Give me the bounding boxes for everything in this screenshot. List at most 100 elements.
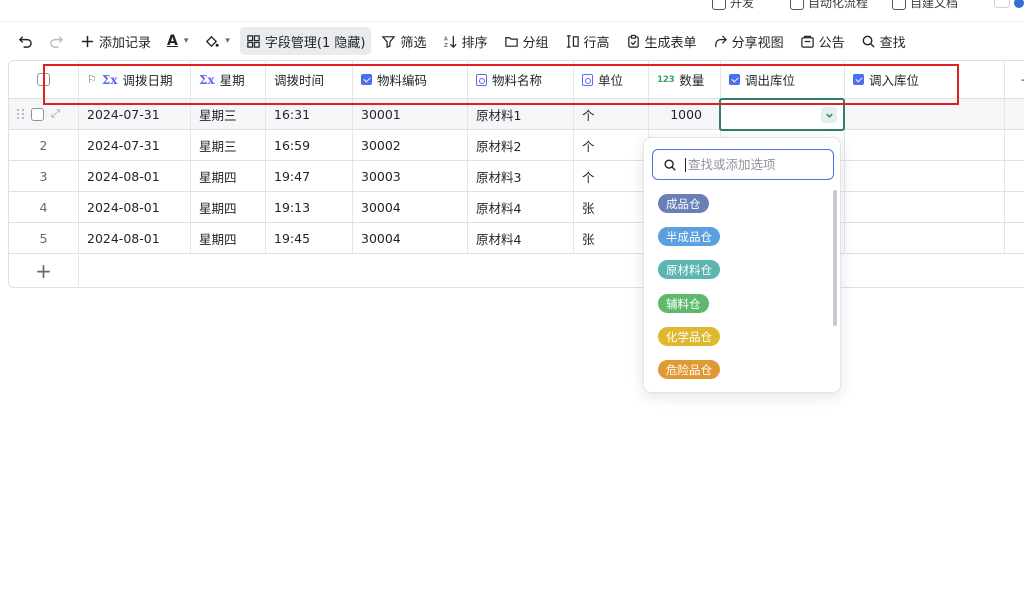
- generate-form-button[interactable]: 生成表单: [620, 27, 703, 55]
- cell-date[interactable]: 2024-07-31: [79, 99, 191, 129]
- filter-icon: [382, 35, 396, 48]
- select-all-checkbox[interactable]: [37, 73, 50, 86]
- cell-date[interactable]: 2024-07-31: [79, 130, 191, 160]
- cell-time[interactable]: 16:31: [266, 99, 353, 129]
- sort-button[interactable]: AZ 排序: [437, 27, 494, 55]
- cell-code[interactable]: 30003: [353, 161, 468, 191]
- find-button[interactable]: 查找: [855, 27, 912, 55]
- undo-button[interactable]: [12, 27, 39, 55]
- option-tag[interactable]: 化学品仓: [658, 327, 720, 346]
- row-index-cell[interactable]: 3: [9, 161, 79, 191]
- cell-date[interactable]: 2024-08-01: [79, 192, 191, 222]
- column-header-weekday[interactable]: Σx 星期: [191, 61, 266, 98]
- cell-date[interactable]: 2024-08-01: [79, 223, 191, 253]
- cell-time[interactable]: 19:45: [266, 223, 353, 253]
- column-header-in-location[interactable]: 调入库位: [845, 61, 1005, 98]
- cell-name[interactable]: 原材料4: [468, 192, 574, 222]
- cell-time[interactable]: 19:47: [266, 161, 353, 191]
- row-index-cell[interactable]: 2: [9, 130, 79, 160]
- cell-name[interactable]: 原材料3: [468, 161, 574, 191]
- cell-code[interactable]: 30004: [353, 192, 468, 222]
- option-tag[interactable]: 原材料仓: [658, 260, 720, 279]
- select-all-cell[interactable]: [9, 61, 79, 98]
- table-row[interactable]: ⤢ 2024-07-31 星期三 16:31 30001 原材料1 个 1000: [9, 99, 1024, 130]
- cell-in-location[interactable]: [845, 192, 1005, 222]
- window-icon[interactable]: [994, 0, 1010, 8]
- cell-quantity[interactable]: 1000: [649, 99, 721, 129]
- share-view-button[interactable]: 分享视图: [707, 27, 790, 55]
- row-checkbox[interactable]: [31, 107, 44, 121]
- cell-unit[interactable]: 张: [574, 223, 649, 253]
- table-row[interactable]: 3 2024-08-01 星期四 19:47 30003 原材料3 个: [9, 161, 1024, 192]
- group-button[interactable]: 分组: [498, 27, 555, 55]
- cell-in-location[interactable]: [845, 130, 1005, 160]
- cell-in-location[interactable]: [845, 99, 1005, 129]
- table-row[interactable]: 4 2024-08-01 星期四 19:13 30004 原材料4 张: [9, 192, 1024, 223]
- cell-code[interactable]: 30004: [353, 223, 468, 253]
- single-select-icon: [729, 74, 740, 85]
- option-tag-partial[interactable]: [658, 392, 728, 393]
- cell-weekday[interactable]: 星期四: [191, 223, 266, 253]
- option-tag[interactable]: 成品仓: [658, 194, 709, 213]
- plus-icon: [81, 35, 94, 47]
- filter-button[interactable]: 筛选: [375, 27, 432, 55]
- column-header-material-name[interactable]: 物料名称: [468, 61, 574, 98]
- field-manage-button[interactable]: 字段管理(1 隐藏): [239, 27, 372, 55]
- column-header-quantity[interactable]: 123 数量: [649, 61, 721, 98]
- cell-code[interactable]: 30002: [353, 130, 468, 160]
- notice-icon: [800, 35, 814, 48]
- column-header-transfer-date[interactable]: ⚐ Σx 调拨日期: [79, 61, 191, 98]
- cell-weekday[interactable]: 星期四: [191, 192, 266, 222]
- cell-weekday[interactable]: 星期四: [191, 161, 266, 191]
- top-bar-item-custom-doc[interactable]: 自建文档: [892, 0, 958, 11]
- column-header-transfer-time[interactable]: 调拨时间: [266, 61, 353, 98]
- cell-weekday[interactable]: 星期三: [191, 99, 266, 129]
- column-header-material-code[interactable]: 物料编码: [353, 61, 468, 98]
- cell-in-location[interactable]: [845, 223, 1005, 253]
- text-color-button[interactable]: A ▾: [161, 27, 194, 55]
- notice-button[interactable]: 公告: [794, 27, 851, 55]
- row-index-cell[interactable]: 4: [9, 192, 79, 222]
- cell-date[interactable]: 2024-08-01: [79, 161, 191, 191]
- option-tag[interactable]: 辅料仓: [658, 294, 709, 313]
- cell-in-location[interactable]: [845, 161, 1005, 191]
- option-search-box[interactable]: [652, 149, 834, 180]
- option-tag[interactable]: 危险品仓: [658, 360, 720, 379]
- top-bar-item-automation[interactable]: 自动化流程: [790, 0, 868, 11]
- cell-time[interactable]: 19:13: [266, 192, 353, 222]
- redo-button[interactable]: [43, 27, 70, 55]
- dropdown-toggle-button[interactable]: [821, 107, 837, 123]
- browser-icon[interactable]: [1014, 0, 1024, 8]
- add-row-bar: +: [9, 255, 1024, 286]
- paint-bucket-icon: [206, 35, 220, 47]
- cell-time[interactable]: 16:59: [266, 130, 353, 160]
- dropdown-scrollbar[interactable]: [833, 190, 837, 326]
- expand-record-icon[interactable]: ⤢: [51, 107, 60, 121]
- row-index-cell[interactable]: ⤢: [9, 99, 79, 129]
- cell-unit[interactable]: 个: [574, 161, 649, 191]
- cell-weekday[interactable]: 星期三: [191, 130, 266, 160]
- table-row[interactable]: 5 2024-08-01 星期四 19:45 30004 原材料4 张: [9, 223, 1024, 254]
- drag-handle-icon[interactable]: [17, 109, 25, 119]
- cell-name[interactable]: 原材料2: [468, 130, 574, 160]
- table-row[interactable]: 2 2024-07-31 星期三 16:59 30002 原材料2 个: [9, 130, 1024, 161]
- cell-unit[interactable]: 个: [574, 130, 649, 160]
- cell-unit[interactable]: 张: [574, 192, 649, 222]
- row-height-button[interactable]: 行高: [559, 27, 616, 55]
- column-header-out-location[interactable]: 调出库位: [721, 61, 845, 98]
- cell-name[interactable]: 原材料4: [468, 223, 574, 253]
- cell-name[interactable]: 原材料1: [468, 99, 574, 129]
- add-row-button[interactable]: +: [9, 255, 79, 286]
- row-index-cell[interactable]: 5: [9, 223, 79, 253]
- add-record-button[interactable]: 添加记录: [74, 27, 157, 55]
- cell-unit[interactable]: 个: [574, 99, 649, 129]
- add-column-button[interactable]: +: [1012, 61, 1024, 99]
- formula-icon: Σx: [101, 72, 118, 87]
- option-search-input[interactable]: [688, 157, 818, 172]
- column-header-unit[interactable]: 单位: [574, 61, 649, 98]
- fill-color-button[interactable]: ▾: [198, 27, 236, 55]
- top-bar-item-dev[interactable]: 开发: [712, 0, 754, 11]
- cell-code[interactable]: 30001: [353, 99, 468, 129]
- option-tag[interactable]: 半成品仓: [658, 227, 720, 246]
- active-cell-out-location[interactable]: [719, 98, 845, 131]
